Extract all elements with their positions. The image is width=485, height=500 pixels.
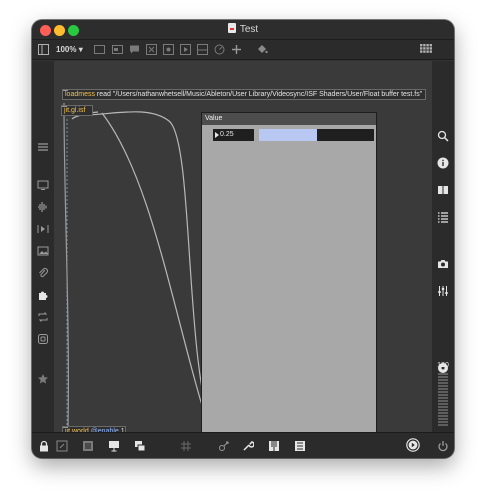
mixer-icon[interactable] bbox=[294, 440, 306, 452]
book-icon[interactable] bbox=[437, 184, 449, 196]
sidebar-icon[interactable] bbox=[38, 44, 49, 55]
inlet bbox=[63, 427, 68, 428]
patch-icon[interactable] bbox=[218, 440, 230, 452]
menu-icon[interactable] bbox=[37, 141, 49, 153]
stack-icon[interactable] bbox=[82, 440, 94, 452]
value-slider[interactable] bbox=[259, 129, 374, 141]
search-icon[interactable] bbox=[437, 130, 449, 142]
power-icon[interactable] bbox=[437, 440, 449, 452]
object-arguments: read "/Users/nathanwhetsell/Music/Ableto… bbox=[96, 91, 423, 98]
timeline-icon[interactable] bbox=[37, 223, 49, 235]
object-keyword: jit.gl.isf bbox=[64, 107, 86, 114]
slider-fill bbox=[259, 129, 317, 141]
jit-gl-isf-object[interactable]: jit.gl.isf bbox=[61, 105, 93, 116]
image-icon[interactable] bbox=[37, 245, 49, 257]
camera-icon[interactable] bbox=[437, 258, 449, 270]
title-bar: Test bbox=[32, 20, 454, 40]
paint-bucket-icon[interactable] bbox=[256, 44, 268, 55]
value-panel: Value 0.25 bbox=[201, 112, 377, 438]
sliders-icon[interactable] bbox=[437, 285, 449, 297]
package-icon[interactable] bbox=[37, 333, 49, 345]
zoom-level: 100% bbox=[56, 45, 77, 54]
zoom-menu[interactable]: 100% ▾ bbox=[56, 44, 83, 56]
wrench-icon[interactable] bbox=[242, 440, 254, 452]
number-box[interactable]: 0.25 bbox=[213, 129, 254, 141]
inlet bbox=[63, 90, 68, 91]
info-icon[interactable] bbox=[437, 157, 449, 169]
list-icon[interactable] bbox=[437, 211, 449, 223]
presentation-icon[interactable] bbox=[108, 440, 120, 452]
window-title: Test bbox=[239, 24, 259, 35]
inlet bbox=[62, 106, 67, 107]
bottom-toolbar bbox=[32, 432, 454, 458]
grid-view-icon[interactable] bbox=[94, 44, 105, 55]
document-icon bbox=[227, 23, 236, 33]
patcher-canvas[interactable]: loadmess read "/Users/nathanwhetsell/Mus… bbox=[54, 61, 432, 438]
apps-grid-icon[interactable] bbox=[420, 44, 432, 55]
windows-icon[interactable] bbox=[134, 440, 146, 452]
play-circle-icon[interactable] bbox=[406, 438, 420, 452]
left-sidebar bbox=[32, 61, 54, 432]
puzzle-icon[interactable] bbox=[37, 289, 49, 301]
gauge-icon[interactable] bbox=[214, 44, 225, 55]
panel-title: Value bbox=[202, 113, 376, 125]
waveform-icon[interactable] bbox=[37, 201, 49, 213]
chat-icon[interactable] bbox=[129, 44, 140, 55]
target-box-icon[interactable] bbox=[163, 44, 174, 55]
tempo-readout: 120 bbox=[437, 362, 449, 369]
object-keyword: loadmess bbox=[65, 91, 95, 98]
patcher-window: Test 100% ▾ loadmess read "/Users/nathan… bbox=[32, 20, 454, 458]
monitor-icon[interactable] bbox=[37, 179, 49, 191]
piano-icon[interactable] bbox=[268, 440, 280, 452]
x-box-icon[interactable] bbox=[146, 44, 157, 55]
star-icon[interactable] bbox=[37, 373, 49, 385]
layout-icon[interactable] bbox=[197, 44, 208, 55]
repeat-icon[interactable] bbox=[37, 311, 49, 323]
window-title-wrap: Test bbox=[32, 23, 454, 35]
edit-icon[interactable] bbox=[56, 440, 68, 452]
paperclip-icon[interactable] bbox=[37, 267, 49, 279]
object-box-icon[interactable] bbox=[112, 44, 123, 55]
level-meter bbox=[438, 373, 448, 429]
lock-icon[interactable] bbox=[38, 440, 50, 452]
loadmess-object[interactable]: loadmess read "/Users/nathanwhetsell/Mus… bbox=[62, 89, 426, 100]
toolbar: 100% ▾ bbox=[32, 40, 454, 60]
plus-icon[interactable] bbox=[231, 44, 242, 55]
play-box-icon[interactable] bbox=[180, 44, 191, 55]
grid-snap-icon[interactable] bbox=[180, 440, 192, 452]
